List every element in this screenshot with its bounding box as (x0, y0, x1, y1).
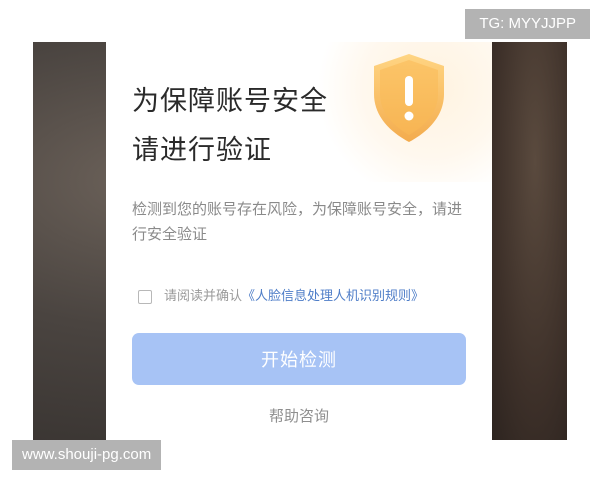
consent-text: 请阅读并确认《人脸信息处理人机识别规则》 (164, 286, 424, 307)
help-consult-link[interactable]: 帮助咨询 (106, 405, 492, 426)
dialog-title-line1: 为保障账号安全 (132, 86, 328, 117)
consent-rules-link[interactable]: 《人脸信息处理人机识别规则》 (242, 289, 424, 304)
verification-dialog: 为保障账号安全 请进行验证 检测到您的账号存在风险，为保障账号安全，请进行安全验… (106, 42, 492, 440)
consent-prefix: 请阅读并确认 (164, 289, 243, 304)
dialog-description: 检测到您的账号存在风险，为保障账号安全，请进行安全验证 (132, 200, 463, 243)
shield-exclamation-icon (374, 54, 444, 142)
dialog-title-line2: 请进行验证 (132, 135, 272, 166)
consent-checkbox[interactable] (138, 290, 152, 304)
watermark-bottom: www.shouji-pg.com (12, 440, 162, 470)
consent-row: 请阅读并确认《人脸信息处理人机识别规则》 (138, 286, 458, 307)
start-detection-button[interactable]: 开始检测 (132, 333, 466, 385)
watermark-top: TG: MYYJJPP (465, 9, 590, 39)
